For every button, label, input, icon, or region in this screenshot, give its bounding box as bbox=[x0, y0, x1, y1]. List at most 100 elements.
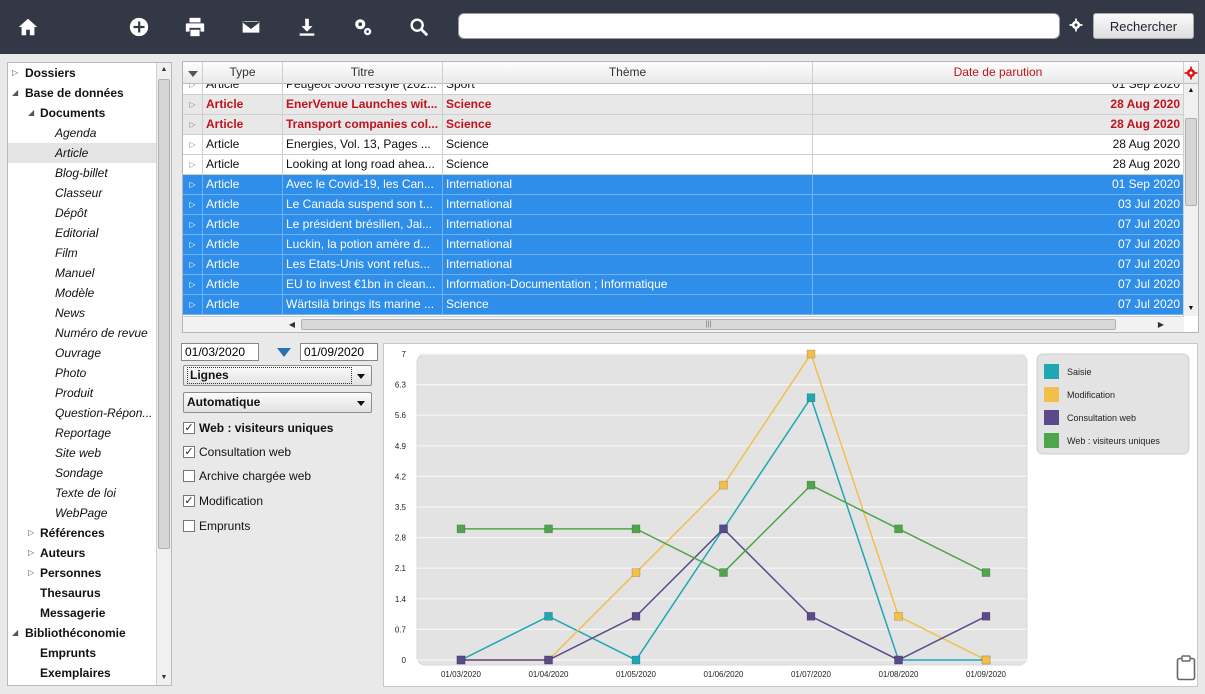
tree-item[interactable]: ▷ Personnes bbox=[8, 563, 156, 583]
collapsed-arrow-icon[interactable]: ▷ bbox=[28, 543, 38, 563]
tree-item[interactable]: Photo bbox=[8, 363, 156, 383]
table-row[interactable]: ▷ Article Peugeot 3008 restyle (202... Spor… bbox=[183, 84, 1184, 95]
tree-item[interactable]: Blog-billet bbox=[8, 163, 156, 183]
tree-item[interactable]: Texte de loi bbox=[8, 483, 156, 503]
collapsed-arrow-icon[interactable]: ▷ bbox=[28, 523, 38, 543]
table-horizontal-scrollbar[interactable]: ◀ ||| ▶ bbox=[183, 316, 1184, 332]
tree-item[interactable]: ▷ Auteurs bbox=[8, 543, 156, 563]
tree-item[interactable]: Messagerie bbox=[8, 603, 156, 623]
cell-type: Article bbox=[203, 275, 283, 294]
tree-item[interactable]: ◢ Documents bbox=[8, 103, 156, 123]
table-row[interactable]: ▷ Article Transport companies col... Scienc… bbox=[183, 115, 1184, 135]
collapsed-arrow-icon[interactable]: ▷ bbox=[12, 63, 22, 83]
tree-item[interactable]: Site web bbox=[8, 443, 156, 463]
tree-item[interactable]: ◢ Base de données bbox=[8, 83, 156, 103]
tree-item[interactable]: Classeur bbox=[8, 183, 156, 203]
scroll-right-arrow-icon[interactable]: ▶ bbox=[1154, 317, 1168, 332]
tree-item[interactable]: WebPage bbox=[8, 503, 156, 523]
search-button[interactable]: Rechercher bbox=[1093, 13, 1194, 39]
table-settings-gear-icon[interactable] bbox=[1184, 66, 1198, 80]
column-header-titre[interactable]: Titre bbox=[283, 62, 443, 84]
data-point bbox=[981, 568, 991, 577]
tree-item[interactable]: Editorial bbox=[8, 223, 156, 243]
tree-item[interactable]: Thesaurus bbox=[8, 583, 156, 603]
table-row[interactable]: ▷ Article Energies, Vol. 13, Pages ... Scie… bbox=[183, 135, 1184, 155]
tree-item-label: Documents bbox=[40, 106, 106, 120]
checkbox-unchecked-icon[interactable] bbox=[183, 520, 195, 532]
checkbox-checked-icon[interactable]: ✓ bbox=[183, 446, 195, 458]
tree-item[interactable]: Question-Répon... bbox=[8, 403, 156, 423]
tree-item[interactable]: News bbox=[8, 303, 156, 323]
table-vertical-scrollbar[interactable]: ▲ ▼ bbox=[1183, 84, 1198, 316]
tree-item[interactable]: Ouvrage bbox=[8, 343, 156, 363]
tree-item[interactable]: Numéro de revue bbox=[8, 323, 156, 343]
cell-date: 28 Aug 2020 bbox=[813, 95, 1184, 114]
tree-item[interactable]: Manuel bbox=[8, 263, 156, 283]
tree-item[interactable]: Emprunts bbox=[8, 643, 156, 663]
table-row[interactable]: ▷ Article Luckin, la potion amère d... Inte… bbox=[183, 235, 1184, 255]
row-expand-arrow-icon: ▷ bbox=[183, 295, 203, 314]
column-menu-icon[interactable] bbox=[183, 62, 203, 84]
table-row[interactable]: ▷ Article Wärtsilä brings its marine ... Sc… bbox=[183, 295, 1184, 315]
scroll-up-arrow-icon[interactable]: ▲ bbox=[1184, 84, 1198, 98]
expanded-arrow-icon[interactable]: ◢ bbox=[12, 623, 22, 643]
data-point bbox=[631, 611, 641, 621]
tree-scroll-thumb[interactable] bbox=[158, 79, 170, 549]
table-row[interactable]: ▷ Article Avec le Covid-19, les Can... Inte… bbox=[183, 175, 1184, 195]
tree-item[interactable]: ▷ Références bbox=[8, 523, 156, 543]
table-vscroll-thumb[interactable] bbox=[1185, 118, 1197, 206]
add-icon[interactable] bbox=[125, 13, 153, 41]
expanded-arrow-icon[interactable]: ◢ bbox=[12, 83, 22, 103]
date-from-input[interactable] bbox=[181, 343, 259, 361]
statistics-chart: 0 0.7 1.4 2.1 2.8 3.5 4.2 4.9 5.6 6.3 7 01/03/2020 0… bbox=[383, 343, 1198, 687]
y-tick-label: 1.4 bbox=[395, 595, 407, 604]
tree-item[interactable]: ▷ Dossiers bbox=[8, 63, 156, 83]
checkbox-checked-icon[interactable]: ✓ bbox=[183, 495, 195, 507]
tree-item[interactable]: Article bbox=[8, 143, 156, 163]
tree-item[interactable]: Agenda bbox=[8, 123, 156, 143]
tree-scrollbar[interactable]: ▲ ▼ bbox=[156, 63, 171, 685]
tree-item[interactable]: Sondage bbox=[8, 463, 156, 483]
search-icon[interactable] bbox=[405, 13, 433, 41]
date-range-arrow-icon[interactable] bbox=[276, 346, 292, 358]
download-icon[interactable] bbox=[293, 13, 321, 41]
expanded-arrow-icon[interactable]: ◢ bbox=[28, 103, 38, 123]
mail-icon[interactable] bbox=[237, 13, 265, 41]
cell-theme: International bbox=[443, 235, 813, 254]
table-row[interactable]: ▷ Article Looking at long road ahea... Scie… bbox=[183, 155, 1184, 175]
table-row[interactable]: ▷ Article EnerVenue Launches wit... Science… bbox=[183, 95, 1184, 115]
column-header-theme[interactable]: Thème bbox=[443, 62, 813, 84]
date-to-input[interactable] bbox=[300, 343, 378, 361]
tree-item[interactable]: Dépôt bbox=[8, 203, 156, 223]
scroll-down-arrow-icon[interactable]: ▼ bbox=[157, 671, 171, 685]
clipboard-icon[interactable] bbox=[1176, 655, 1196, 681]
table-row[interactable]: ▷ Article Le président brésilien, Jai... In… bbox=[183, 215, 1184, 235]
table-row[interactable]: ▷ Article EU to invest €1bn in clean... Inf… bbox=[183, 275, 1184, 295]
scroll-down-arrow-icon[interactable]: ▼ bbox=[1184, 302, 1198, 316]
column-header-type[interactable]: Type bbox=[203, 62, 283, 84]
search-options-gear-icon[interactable] bbox=[1069, 18, 1085, 34]
print-icon[interactable] bbox=[181, 13, 209, 41]
settings-icon[interactable] bbox=[349, 13, 377, 41]
table-row[interactable]: ▷ Article Les Etats-Unis vont refus... Inte… bbox=[183, 255, 1184, 275]
data-point bbox=[806, 349, 816, 359]
tree-item[interactable]: Modèle bbox=[8, 283, 156, 303]
scroll-left-arrow-icon[interactable]: ◀ bbox=[285, 317, 299, 332]
chart-type-value: Lignes bbox=[187, 367, 352, 384]
search-input[interactable] bbox=[458, 13, 1060, 39]
tree-item[interactable]: Produit bbox=[8, 383, 156, 403]
tree-item[interactable]: ◢ Bibliothéconomie bbox=[8, 623, 156, 643]
checkbox-unchecked-icon[interactable] bbox=[183, 470, 195, 482]
scroll-up-arrow-icon[interactable]: ▲ bbox=[157, 63, 171, 77]
checkbox-checked-icon[interactable]: ✓ bbox=[183, 422, 195, 434]
column-header-date[interactable]: Date de parution bbox=[813, 62, 1184, 84]
table-row[interactable]: ▷ Article Le Canada suspend son t... Intern… bbox=[183, 195, 1184, 215]
tree-item[interactable]: Reportage bbox=[8, 423, 156, 443]
collapsed-arrow-icon[interactable]: ▷ bbox=[28, 563, 38, 583]
scale-select[interactable]: Automatique bbox=[183, 392, 372, 413]
chart-type-select[interactable]: Lignes bbox=[183, 365, 372, 386]
table-hscroll-thumb[interactable]: ||| bbox=[301, 319, 1116, 330]
home-icon[interactable] bbox=[14, 13, 42, 41]
tree-item[interactable]: Film bbox=[8, 243, 156, 263]
tree-item[interactable]: Exemplaires bbox=[8, 663, 156, 683]
